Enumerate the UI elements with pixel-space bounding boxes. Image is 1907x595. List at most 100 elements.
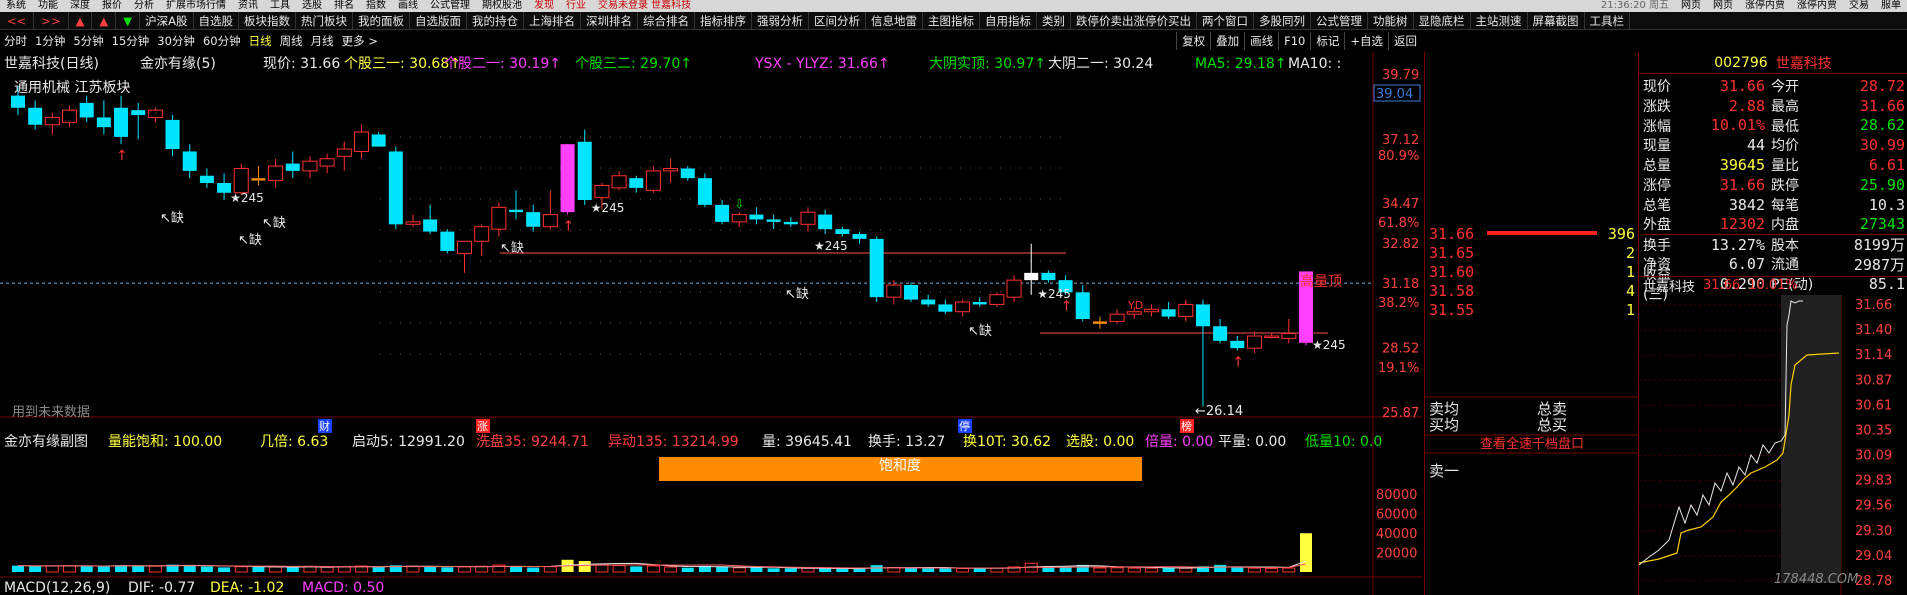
toolbar-item[interactable]: 主站测速: [1471, 12, 1528, 29]
quote-value: 28.72: [1859, 76, 1905, 95]
menu-item-right[interactable]: 网页: [1675, 0, 1707, 12]
candle-body: [938, 304, 953, 312]
chart-action-button[interactable]: 标记: [1310, 32, 1344, 50]
candle-body: [114, 107, 129, 137]
event-tag-label: 榜: [1181, 419, 1192, 433]
subchart-value: 平量: 0.00: [1218, 434, 1286, 450]
view-full-depth-link[interactable]: 查看全速千档盘口: [1480, 436, 1584, 452]
chart-action-button[interactable]: 复权: [1176, 32, 1210, 50]
volume-bar: [286, 567, 299, 572]
toolbar-item[interactable]: 我的持仓: [467, 12, 525, 29]
period-tab[interactable]: 周线: [276, 32, 307, 50]
toolbar-item[interactable]: 自选版面: [410, 12, 468, 29]
chart-action-button[interactable]: 画线: [1244, 32, 1278, 50]
menu-item[interactable]: 工具: [264, 0, 296, 12]
candle-body: [1230, 340, 1245, 349]
nav-arrow-button[interactable]: ▲: [92, 12, 117, 29]
menu-item-right[interactable]: 涨停内贾: [1791, 0, 1843, 12]
chart-action-button[interactable]: 返回: [1388, 32, 1422, 50]
chart-action-button[interactable]: 叠加: [1210, 32, 1244, 50]
period-tab[interactable]: 60分钟: [199, 32, 245, 50]
menu-item[interactable]: 资讯: [232, 0, 264, 12]
menu-item-right[interactable]: 网页: [1707, 0, 1739, 12]
kline-chart-area[interactable]: ↑ ↑ ↑ ↑ ⇩ ★245 ★245 ★245 ★245 ★245 ↖缺 ↖缺 ↖缺 ↖缺 ↖缺 ↖缺 YD 世…: [0, 52, 1422, 595]
toolbar-item[interactable]: 热门板块: [296, 12, 354, 29]
mini-axis-label: 29.56: [1855, 499, 1892, 514]
pct-axis-label: 80.9%: [1378, 149, 1419, 164]
volume-bar: [252, 566, 265, 572]
toolbar-item[interactable]: 多股同列: [1254, 12, 1312, 29]
period-tab[interactable]: 15分钟: [108, 32, 154, 50]
toolbar-item[interactable]: 自选股: [194, 12, 240, 29]
toolbar-item[interactable]: 跌停价卖出涨停价买出: [1071, 12, 1198, 29]
toolbar-item[interactable]: 显隐底栏: [1414, 12, 1471, 29]
nav-arrow-button[interactable]: ▲: [69, 12, 93, 29]
gap-label: ↖缺: [500, 241, 524, 256]
toolbar-item[interactable]: 上海排名: [524, 12, 582, 29]
subchart-value: 量能饱和: 100.00: [108, 434, 222, 450]
toolbar-item[interactable]: 综合排名: [638, 12, 696, 29]
mini-axis-label: 30.09: [1855, 449, 1892, 464]
menu-item-right[interactable]: 涨停内贾: [1739, 0, 1791, 12]
toolbar-item[interactable]: 强弱分析: [752, 12, 810, 29]
period-tab[interactable]: 30分钟: [153, 32, 199, 50]
menu-item[interactable]: 报价: [96, 0, 128, 12]
period-tab[interactable]: 1分钟: [31, 32, 69, 50]
menu-item[interactable]: 选股: [296, 0, 328, 12]
kline-chart-svg[interactable]: ↑↑↑↑⇩★245★245★245★245★245↖缺↖缺↖缺↖缺↖缺↖缺YD世…: [0, 52, 1422, 595]
menu-item[interactable]: 期权股池: [476, 0, 528, 12]
menu-item[interactable]: 扩展市场行情: [160, 0, 232, 12]
toolbar-item[interactable]: 我的面板: [353, 12, 411, 29]
menu-item[interactable]: 系统: [0, 0, 32, 12]
menu-item-right[interactable]: 交易: [1843, 0, 1875, 12]
order-depth-bar: [1487, 231, 1597, 235]
menu-item[interactable]: 指数: [360, 0, 392, 12]
nav-arrow-button[interactable]: >>: [34, 12, 69, 29]
toolbar-item[interactable]: 类别: [1037, 12, 1072, 29]
candle-body: [542, 214, 558, 228]
toolbar-item[interactable]: 板块指数: [239, 12, 297, 29]
toolbar-item[interactable]: 指标排序: [695, 12, 753, 29]
menu-item[interactable]: 排名: [328, 0, 360, 12]
toolbar-item[interactable]: 功能树: [1368, 12, 1414, 29]
gap-label: ↖缺: [968, 324, 992, 339]
menu-item[interactable]: 深度: [64, 0, 96, 12]
toolbar-item[interactable]: 屏幕截图: [1528, 12, 1585, 29]
toolbar-item[interactable]: 自用指标: [980, 12, 1038, 29]
candle-body: [783, 221, 798, 225]
toolbar-item[interactable]: 主图指标: [923, 12, 981, 29]
period-tab[interactable]: 5分钟: [69, 32, 107, 50]
nav-arrow-button[interactable]: ▼: [116, 12, 141, 29]
sell-one-label: 卖一: [1429, 462, 1459, 480]
chart-action-button[interactable]: +自选: [1344, 32, 1388, 50]
menu-item[interactable]: 发现: [528, 0, 560, 12]
period-tab[interactable]: 分时: [0, 32, 31, 50]
chart-action-button[interactable]: F10: [1278, 32, 1310, 50]
menu-item[interactable]: 画线: [392, 0, 424, 12]
indicator-value: 大阴二一: 30.24: [1048, 56, 1153, 72]
quote-label: 外盘: [1643, 217, 1671, 234]
toolbar-item[interactable]: 深圳排名: [581, 12, 639, 29]
toolbar-item[interactable]: 工具栏: [1585, 12, 1631, 29]
candle-body: [663, 167, 679, 172]
candle-body: [96, 117, 111, 128]
toolbar-item[interactable]: 沪深A股: [140, 12, 194, 29]
menu-item[interactable]: 分析: [128, 0, 160, 12]
period-tab[interactable]: 日线: [245, 32, 276, 50]
quote-label: 现量: [1643, 138, 1671, 155]
indicator-value: YSX - YLYZ: 31.66↑: [754, 56, 890, 72]
period-tab[interactable]: 更多 >: [338, 32, 382, 50]
toolbar-item[interactable]: 两个窗口: [1197, 12, 1255, 29]
toolbar-item[interactable]: 公式管理: [1311, 12, 1369, 29]
toolbar-item[interactable]: 区间分析: [809, 12, 867, 29]
menu-item[interactable]: 行业: [560, 0, 592, 12]
period-tab[interactable]: 月线: [307, 32, 338, 50]
toolbar-item[interactable]: 信息地雷: [866, 12, 924, 29]
quote-label: 内盘: [1771, 217, 1799, 234]
quote-row: 总量 39645 量比 6.61: [1643, 155, 1907, 175]
menu-item[interactable]: 功能: [32, 0, 64, 12]
menu-item[interactable]: 公式管理: [424, 0, 476, 12]
intraday-mini-chart: 31.66 31.40 31.14 30.87 30.61 30.35 30.09 29.83…: [1639, 295, 1892, 595]
nav-arrow-button[interactable]: <<: [0, 12, 35, 29]
menu-item-right[interactable]: 服单: [1875, 0, 1907, 12]
